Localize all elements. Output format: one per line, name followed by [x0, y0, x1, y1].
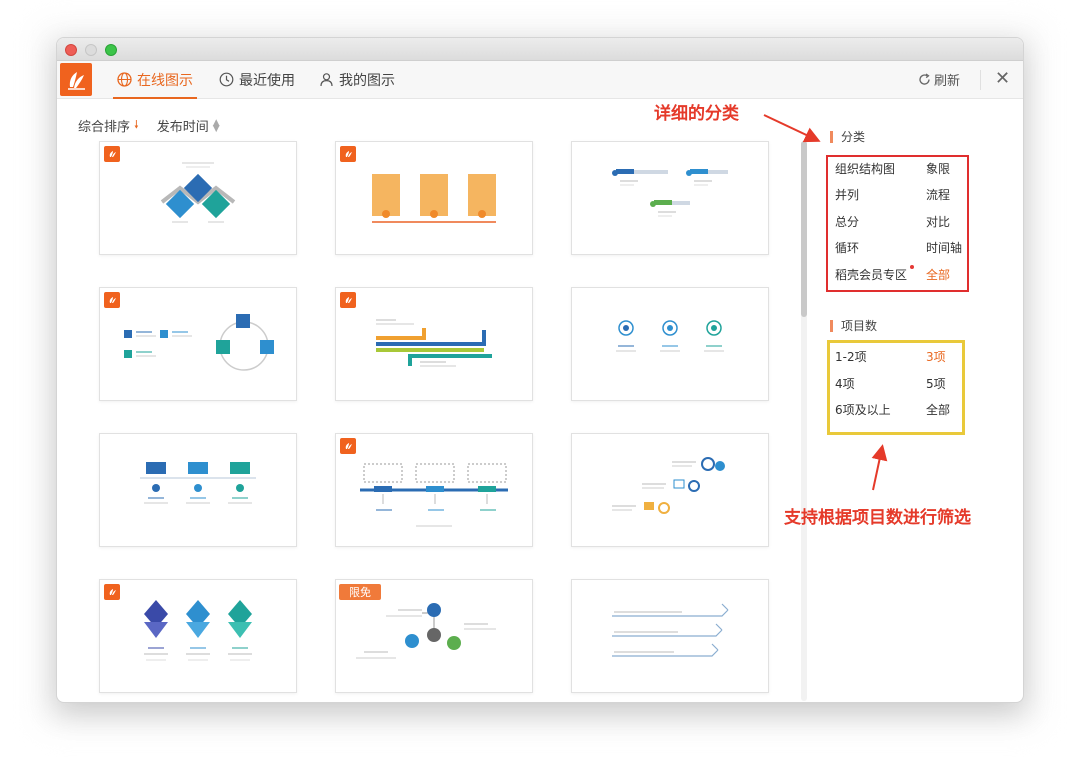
arrow-to-counts	[871, 444, 888, 491]
annotation-arrows	[763, 114, 888, 491]
arrow-to-categories	[763, 114, 821, 143]
